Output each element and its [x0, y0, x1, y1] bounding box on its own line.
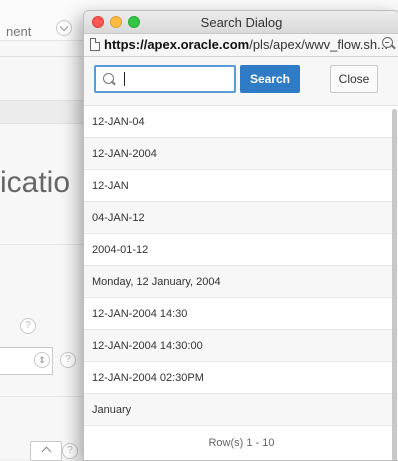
- list-item[interactable]: 2004-01-12: [84, 234, 398, 266]
- dialog-content: Search Close 12-JAN-04 12-JAN-2004 12-JA…: [84, 57, 398, 460]
- list-item[interactable]: 12-JAN-04: [84, 106, 398, 138]
- list-item[interactable]: 04-JAN-12: [84, 202, 398, 234]
- background-heading: icatio: [0, 166, 71, 199]
- search-input[interactable]: [94, 65, 236, 93]
- close-button[interactable]: Close: [330, 65, 378, 93]
- list-item[interactable]: Monday, 12 January, 2004: [84, 266, 398, 298]
- url-text[interactable]: https://apex.oracle.com/pls/apex/wwv_flo…: [104, 37, 388, 52]
- url-domain: https://apex.oracle.com: [104, 37, 250, 52]
- search-icon: [103, 73, 114, 84]
- search-dialog-window: Search Dialog https://apex.oracle.com/pl…: [83, 10, 398, 461]
- list-item[interactable]: 12-JAN-2004 14:30: [84, 298, 398, 330]
- help-icon[interactable]: ?: [62, 443, 78, 459]
- background-up-button[interactable]: [30, 441, 62, 461]
- pagination-info: Row(s) 1 - 10: [208, 437, 275, 449]
- list-item[interactable]: January: [84, 394, 398, 426]
- url-path: /pls/apex/wwv_flow.sh...: [249, 37, 388, 52]
- help-icon[interactable]: ?: [60, 352, 76, 368]
- window-title: Search Dialog: [200, 15, 283, 30]
- list-item[interactable]: 12-JAN-2004: [84, 138, 398, 170]
- url-bar[interactable]: https://apex.oracle.com/pls/apex/wwv_flo…: [84, 34, 398, 57]
- scrollbar[interactable]: [392, 109, 397, 460]
- text-cursor: [124, 72, 125, 86]
- chevron-down-icon[interactable]: [56, 20, 72, 36]
- results-list: 12-JAN-04 12-JAN-2004 12-JAN 04-JAN-12 2…: [84, 106, 398, 426]
- stepper-icon[interactable]: ⇕: [34, 352, 50, 368]
- list-item[interactable]: 12-JAN-2004 14:30:00: [84, 330, 398, 362]
- list-item[interactable]: 12-JAN-2004 02:30PM: [84, 362, 398, 394]
- background-toolbar-text: nent: [6, 24, 32, 39]
- window-titlebar: Search Dialog: [84, 11, 398, 34]
- zoom-out-icon[interactable]: [382, 37, 393, 48]
- chevron-up-icon: [41, 446, 51, 457]
- search-toolbar: Search Close: [84, 57, 398, 106]
- search-button[interactable]: Search: [240, 65, 300, 93]
- list-item[interactable]: 12-JAN: [84, 170, 398, 202]
- page-icon: [90, 38, 100, 51]
- help-icon[interactable]: ?: [20, 318, 36, 334]
